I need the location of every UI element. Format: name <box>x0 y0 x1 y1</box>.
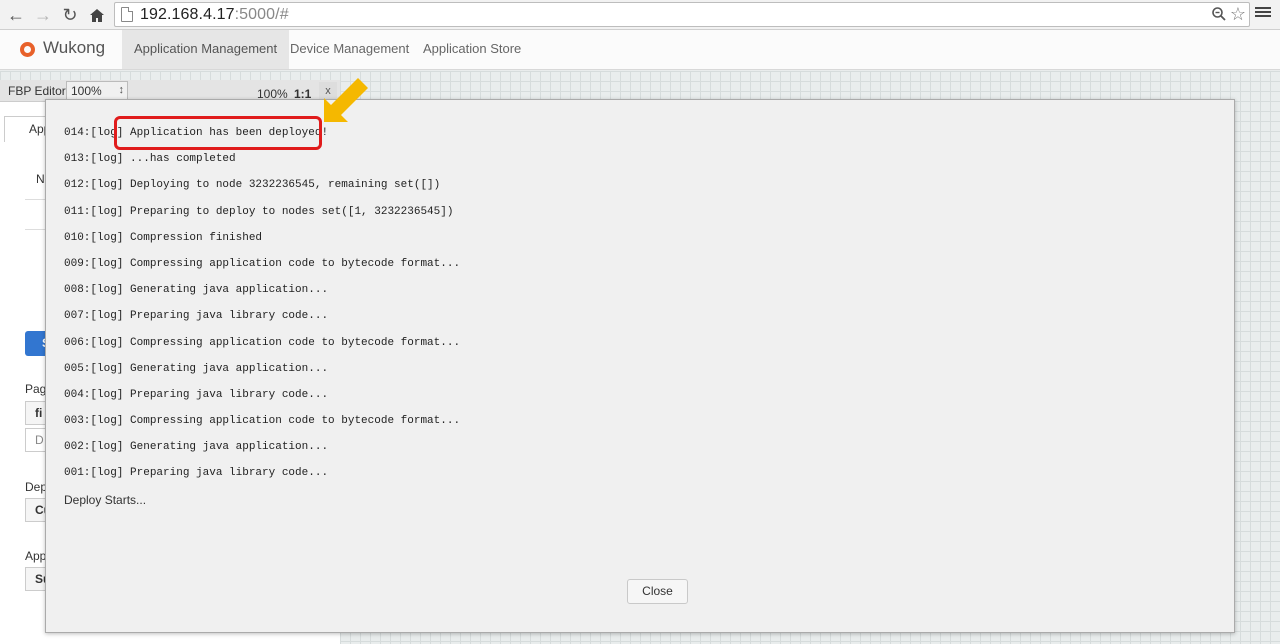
log-line: 001:[log] Preparing java library code... <box>64 467 329 480</box>
deploy-log-modal: 014:[log] Application has been deployed!… <box>45 99 1235 633</box>
log-line: 002:[log] Generating java application... <box>64 441 329 454</box>
log-list: 014:[log] Application has been deployed!… <box>64 126 460 519</box>
app-label: App <box>25 549 47 563</box>
back-icon[interactable]: ← <box>5 4 27 26</box>
zoom-icon[interactable] <box>1211 6 1227 27</box>
bookmark-star-icon[interactable]: ☆ <box>1230 4 1246 25</box>
zoom-select[interactable]: 100% <box>66 81 128 101</box>
app-navbar: Wukong Application Management Device Man… <box>0 30 1280 70</box>
address-bar[interactable]: 192.168.4.17:5000/# ☆ <box>114 2 1250 27</box>
tab-device-management[interactable]: Device Management <box>278 30 421 69</box>
log-line: 003:[log] Compressing application code t… <box>64 415 461 428</box>
browser-menu-icon[interactable] <box>1255 5 1271 21</box>
log-line: 004:[log] Preparing java library code... <box>64 388 329 401</box>
wukong-logo-icon <box>20 42 35 57</box>
deploy-start-text: Deploy Starts... <box>64 492 147 507</box>
log-line: 011:[log] Preparing to deploy to nodes s… <box>64 205 454 218</box>
log-line: 009:[log] Compressing application code t… <box>64 257 461 270</box>
log-line: 012:[log] Deploying to node 3232236545, … <box>64 179 441 192</box>
log-line: 013:[log] ...has completed <box>64 153 236 166</box>
tab-application-management[interactable]: Application Management <box>122 30 290 69</box>
url-text: 192.168.4.17:5000/# <box>140 6 289 23</box>
log-line: 007:[log] Preparing java library code... <box>64 310 329 323</box>
log-line: 010:[log] Compression finished <box>64 231 263 244</box>
pointer-arrow-icon <box>324 78 368 122</box>
browser-toolbar: ← → ↻ 192.168.4.17:5000/# ☆ <box>0 0 1280 30</box>
fbp-editor-label: FBP Editor <box>8 84 66 98</box>
home-icon[interactable] <box>86 4 108 26</box>
page-icon <box>121 7 133 22</box>
deploy-label: Dep <box>25 480 48 494</box>
highlight-box <box>114 116 322 150</box>
reload-icon[interactable]: ↻ <box>59 4 81 26</box>
tab-application-store[interactable]: Application Store <box>411 30 533 69</box>
close-button[interactable]: Close <box>627 579 688 604</box>
log-line: 005:[log] Generating java application... <box>64 362 329 375</box>
brand-name: Wukong <box>43 38 106 57</box>
log-line: 008:[log] Generating java application... <box>64 284 329 297</box>
brand[interactable]: Wukong <box>20 38 105 58</box>
log-line: 006:[log] Compressing application code t… <box>64 336 461 349</box>
page-label: Pag <box>25 382 47 396</box>
forward-icon[interactable]: → <box>32 4 54 26</box>
